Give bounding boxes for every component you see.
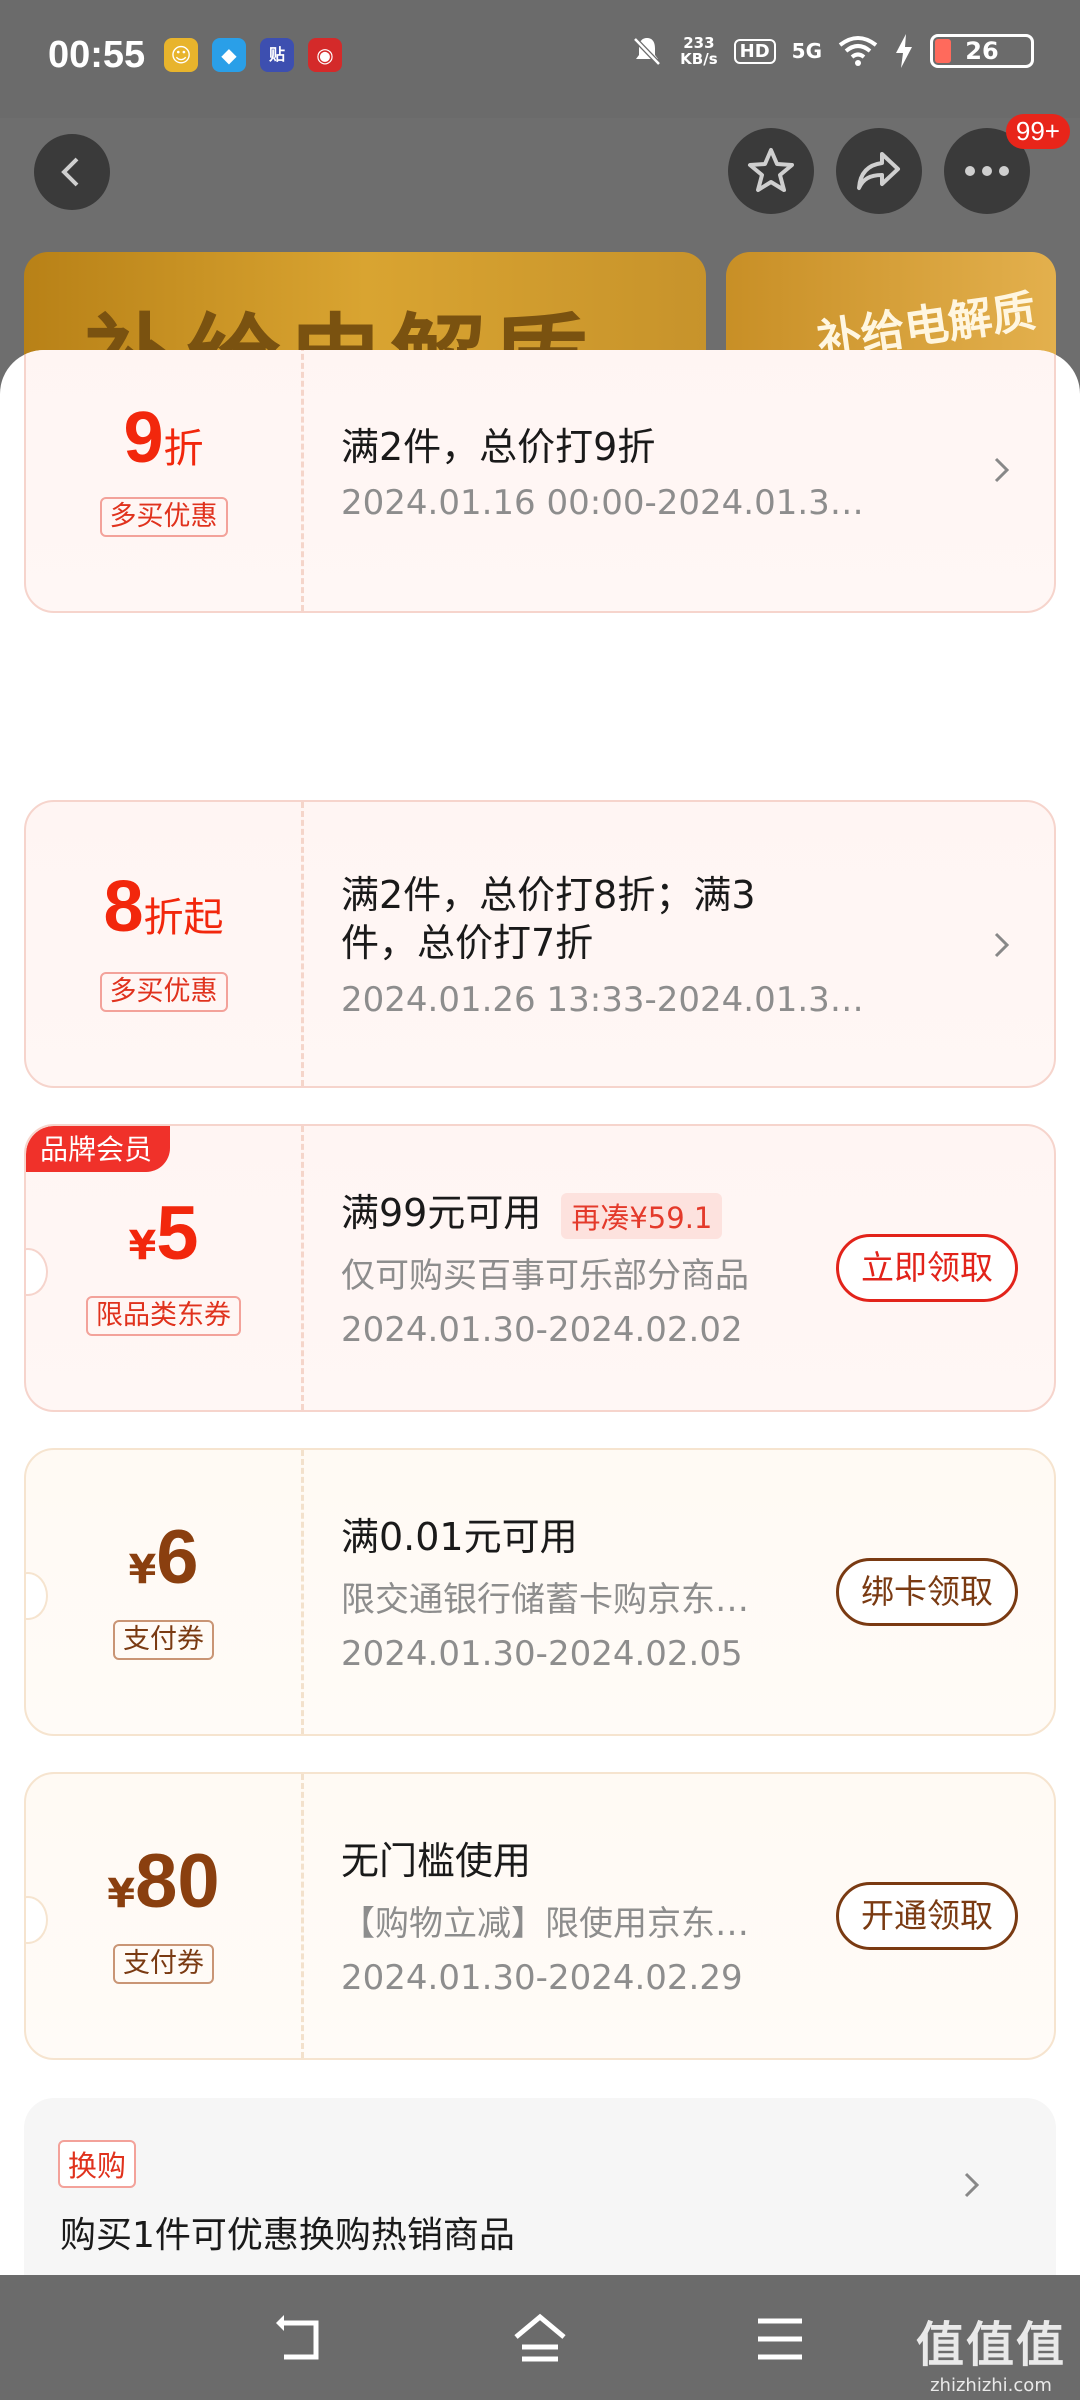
coupon-title: 满0.01元可用: [341, 1515, 578, 1559]
coupon-date: 2024.01.16 00:00-2024.01.3…: [341, 483, 864, 523]
status-time: 00:55: [48, 34, 146, 76]
claim-now-button[interactable]: 立即领取: [836, 1234, 1018, 1302]
exchange-tag: 换购: [58, 2140, 137, 2188]
coupon-title-line2: 件，总价打7折: [341, 921, 594, 965]
bind-card-claim-button[interactable]: 绑卡领取: [836, 1558, 1018, 1626]
chevron-right-icon: [994, 457, 1010, 483]
brand-member-tag: 品牌会员: [26, 1126, 171, 1172]
coupon-date: 2024.01.30-2024.02.29: [341, 1958, 743, 1998]
coupon-value: 9折: [26, 397, 301, 479]
status-right: 233 KB/s HD 5G 26: [630, 34, 1034, 68]
coupon-title-row: 满99元可用 再凑¥59.1: [341, 1182, 723, 1239]
coupon-value: 8折起: [26, 866, 301, 948]
app-icon-4: ◉: [308, 38, 342, 72]
back-button[interactable]: [34, 134, 110, 210]
coupon-title: 满2件，总价打9折: [341, 425, 656, 469]
watermark: 值值值 zhizhizhi.com: [916, 2305, 1066, 2396]
coupon-date: 2024.01.30-2024.02.02: [341, 1310, 743, 1350]
mute-bell-icon: [633, 37, 661, 66]
hd-badge: HD: [733, 38, 776, 64]
coupon-value-unit: 折: [163, 426, 204, 472]
coupon-value: ¥6: [26, 1514, 301, 1601]
currency-symbol: ¥: [128, 1223, 157, 1269]
coupon-value-number: 6: [156, 1515, 199, 1600]
star-icon: [748, 148, 794, 192]
back-nav-icon[interactable]: [272, 2311, 328, 2367]
wifi-icon: [838, 36, 878, 66]
coupon-value-number: 80: [135, 1839, 220, 1924]
status-bar: 00:55 ☺ ◆ 贴 ◉ 233 KB/s HD 5G 26: [0, 0, 1080, 118]
coupon-tag: 支付券: [113, 1620, 214, 1660]
coupon-value-unit: 折起: [143, 895, 224, 941]
product-banner-right: 补给电解质: [726, 252, 1056, 362]
coupon-title: 满99元可用: [341, 1191, 542, 1235]
net-speed-value: 233: [683, 34, 715, 52]
coupon-tag: 限品类东券: [86, 1296, 241, 1336]
coupon-title-line1: 满2件，总价打8折；满3: [341, 873, 756, 917]
coupon-date: 2024.01.30-2024.02.05: [341, 1634, 743, 1674]
banner-right-text: 补给电解质: [814, 285, 1040, 362]
chevron-right-icon: [964, 2172, 980, 2198]
add-more-tag: 再凑¥59.1: [561, 1192, 723, 1239]
currency-symbol: ¥: [128, 1547, 157, 1593]
coupon-value: ¥80: [26, 1838, 301, 1925]
share-icon: [857, 152, 900, 190]
coupon-date: 2024.01.26 13:33-2024.01.3…: [341, 980, 864, 1020]
coupon-desc: 【购物立减】限使用京东…: [341, 1904, 749, 1944]
coupon-title: 无门槛使用: [341, 1839, 532, 1883]
home-nav-icon[interactable]: [512, 2311, 568, 2367]
coupon-tag: 支付券: [113, 1944, 214, 1984]
battery-indicator: 26: [930, 34, 1034, 68]
activate-claim-button[interactable]: 开通领取: [836, 1882, 1018, 1950]
coupon-value-number: 5: [156, 1191, 199, 1276]
watermark-main: 值值值: [915, 2317, 1066, 2373]
exchange-text: 购买1件可优惠换购热销商品: [60, 2215, 515, 2256]
app-icon-1: ☺: [164, 38, 198, 72]
charging-icon: [896, 34, 912, 68]
battery-level: 26: [965, 37, 999, 65]
coupon-tag: 多买优惠: [99, 497, 228, 537]
coupon-value: ¥5: [26, 1190, 301, 1277]
coupon-card-jd-5: 品牌会员 ¥5 限品类东券 满99元可用 再凑¥59.1 仅可购买百事可乐部分商品…: [24, 1124, 1056, 1412]
favorite-button[interactable]: [728, 128, 814, 214]
menu-nav-icon[interactable]: [752, 2311, 808, 2367]
discount-sheet: 优惠 9折 多买优惠 满2件，总价打9折 2024.01.16 00:00-20…: [0, 350, 1080, 2275]
coupon-tag: 多买优惠: [99, 972, 228, 1012]
tieba-icon: 贴: [260, 38, 294, 72]
chevron-right-icon: [994, 932, 1010, 958]
coupon-card-discount-8[interactable]: 8折起 多买优惠 满2件，总价打8折；满3 件，总价打7折 2024.01.26…: [24, 800, 1056, 1088]
exchange-offer[interactable]: 换购 购买1件可优惠换购热销商品: [24, 2098, 1056, 2275]
coupon-desc: 限交通银行储蓄卡购京东…: [341, 1580, 749, 1620]
coupon-value-number: 9: [123, 398, 164, 478]
qq-icon: ◆: [212, 38, 246, 72]
coupon-value-number: 8: [103, 867, 144, 947]
coupon-card-pay-6: ¥6 支付券 满0.01元可用 限交通银行储蓄卡购京东… 2024.01.30-…: [24, 1448, 1056, 1736]
more-dots-icon: [965, 166, 1009, 176]
watermark-sub: zhizhizhi.com: [930, 2375, 1052, 2396]
more-badge: 99+: [1005, 114, 1070, 149]
coupon-desc: 仅可购买百事可乐部分商品: [341, 1256, 749, 1296]
chevron-left-icon: [61, 157, 79, 187]
product-banner-left: 补给电解质: [24, 252, 706, 362]
coupon-card-pay-80: ¥80 支付券 无门槛使用 【购物立减】限使用京东… 2024.01.30-20…: [24, 1772, 1056, 2060]
share-button[interactable]: [836, 128, 922, 214]
more-button[interactable]: 99+: [944, 114, 1070, 214]
net-speed-unit: KB/s: [680, 50, 718, 68]
network-label: 5G: [791, 39, 822, 63]
status-app-icons: ☺ ◆ 贴 ◉: [164, 38, 342, 72]
net-speed: 233 KB/s: [680, 35, 717, 67]
coupon-card-discount-9[interactable]: 9折 多买优惠 满2件，总价打9折 2024.01.16 00:00-2024.…: [24, 350, 1056, 613]
product-top-nav: 99+: [0, 114, 1080, 253]
currency-symbol: ¥: [107, 1871, 136, 1917]
